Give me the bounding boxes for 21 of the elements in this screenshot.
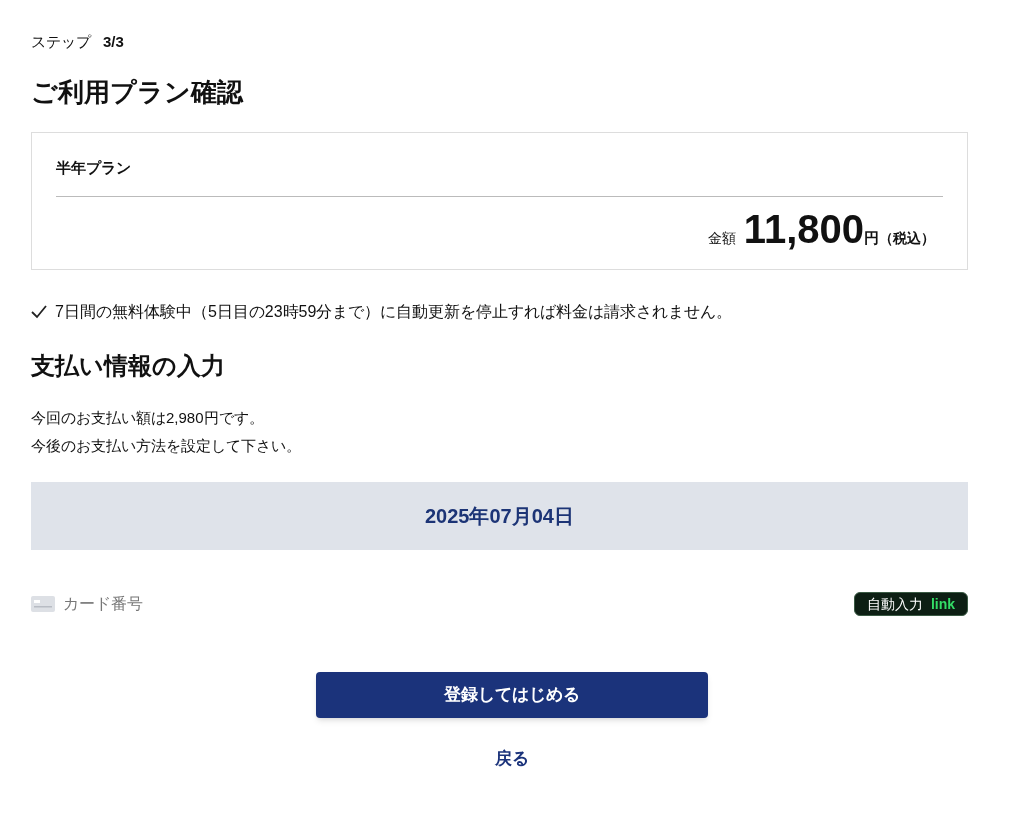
back-link[interactable]: 戻る xyxy=(495,746,529,772)
submit-button[interactable]: 登録してはじめる xyxy=(316,672,708,718)
autofill-button[interactable]: 自動入力 link xyxy=(853,592,968,616)
link-logo: link xyxy=(930,594,955,614)
plan-name: 半年プラン xyxy=(56,157,943,197)
trial-notice: 7日間の無料体験中（5日目の23時59分まで）に自動更新を停止すれば料金は請求されません。 xyxy=(55,302,733,322)
card-number-field[interactable]: カード番号 xyxy=(63,592,531,616)
step-counter: 3/3 xyxy=(103,32,124,52)
price-amount: 11,800 xyxy=(743,208,864,249)
tax-note: （税込） xyxy=(879,228,935,248)
check-icon xyxy=(31,305,47,319)
autofill-label: 自動入力 xyxy=(866,594,923,614)
date-text: 2025年07月04日 xyxy=(425,504,574,529)
payment-note: 今回のお支払い額は2,980円です。 xyxy=(31,408,265,428)
price-label: 金額 xyxy=(707,228,736,248)
price-unit: 円 xyxy=(864,227,879,248)
credit-card-icon xyxy=(31,596,55,612)
section-heading: 支払い情報の入力 xyxy=(31,351,226,381)
step-label: ステップ xyxy=(31,32,91,52)
payment-note: 今後のお支払い方法を設定して下さい。 xyxy=(31,436,302,456)
page-title: ご利用プラン確認 xyxy=(31,75,245,108)
